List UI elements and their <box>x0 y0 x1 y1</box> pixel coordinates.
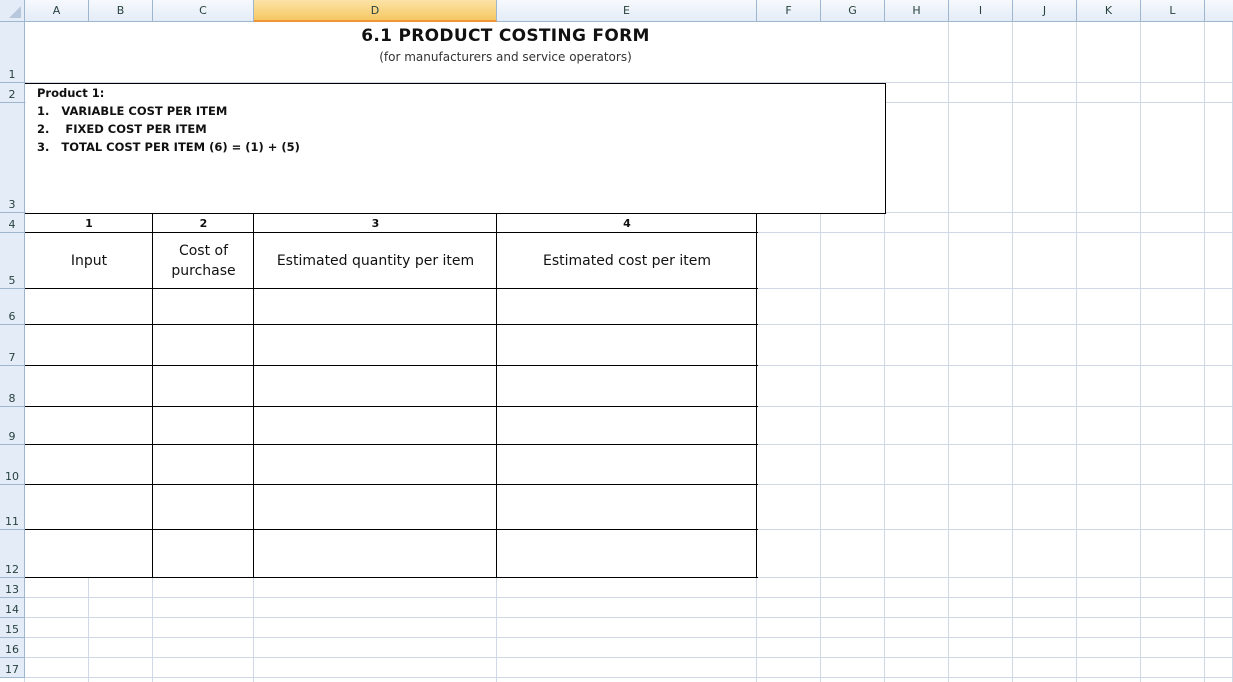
info-item-3: 3. TOTAL COST PER ITEM (6) = (1) + (5) <box>37 140 300 154</box>
gridline <box>1140 22 1141 682</box>
row-header-10[interactable]: 10 <box>0 445 25 485</box>
table-cell-row9-col4[interactable] <box>497 407 756 444</box>
column-header-k[interactable]: K <box>1077 0 1141 22</box>
column-header-i[interactable]: I <box>949 0 1013 22</box>
product-label: Product 1: <box>37 86 105 100</box>
info-item-2: 2. FIXED COST PER ITEM <box>37 122 207 136</box>
row-header-9[interactable]: 9 <box>0 407 25 445</box>
column-header-g[interactable]: G <box>821 0 885 22</box>
form-title: 6.1 PRODUCT COSTING FORM <box>361 26 650 46</box>
table-cell-row11-col4[interactable] <box>497 485 756 529</box>
table-cell-row11-col1[interactable] <box>25 485 152 529</box>
info-item-1: 1. VARIABLE COST PER ITEM <box>37 104 228 118</box>
table-cell-row12-col2[interactable] <box>153 530 253 577</box>
column-header-partial[interactable] <box>1205 0 1233 22</box>
column-header-e[interactable]: E <box>497 0 757 22</box>
table-cell-row7-col4[interactable] <box>497 325 756 365</box>
table-cell-row9-col2[interactable] <box>153 407 253 444</box>
form-subtitle: (for manufacturers and service operators… <box>379 50 632 64</box>
row-header-15[interactable]: 15 <box>0 618 25 638</box>
column-header-d[interactable]: D <box>254 0 497 22</box>
row-header-3[interactable]: 3 <box>0 103 25 213</box>
table-cell-row6-col3[interactable] <box>254 289 496 324</box>
header-input: Input <box>70 253 108 269</box>
table-cell-row7-col3[interactable] <box>254 325 496 365</box>
row-header-16[interactable]: 16 <box>0 638 25 658</box>
row-header-12[interactable]: 12 <box>0 530 25 578</box>
gridline <box>25 597 1233 598</box>
column-header-a[interactable]: A <box>25 0 89 22</box>
table-cell-row10-col4[interactable] <box>497 445 756 484</box>
header-estimated-quantity: Estimated quantity per item <box>276 253 475 269</box>
cell-border <box>25 83 886 84</box>
gridline <box>1076 22 1077 682</box>
gridline <box>25 677 1233 678</box>
gridline <box>25 657 1233 658</box>
column-number-2: 2 <box>199 216 208 230</box>
row-header-17[interactable]: 17 <box>0 658 25 678</box>
gridline <box>1204 22 1205 682</box>
cell-border <box>885 83 886 214</box>
table-cell-row10-col2[interactable] <box>153 445 253 484</box>
column-number-3: 3 <box>371 216 380 230</box>
row-header-13[interactable]: 13 <box>0 578 25 598</box>
row-header-5[interactable]: 5 <box>0 233 25 289</box>
table-cell-row11-col3[interactable] <box>254 485 496 529</box>
row-header-2[interactable]: 2 <box>0 83 25 103</box>
column-header-b[interactable]: B <box>89 0 153 22</box>
table-cell-row10-col1[interactable] <box>25 445 152 484</box>
table-cell-row6-col4[interactable] <box>497 289 756 324</box>
table-cell-row9-col1[interactable] <box>25 407 152 444</box>
column-number-4: 4 <box>623 216 631 230</box>
table-cell-row7-col1[interactable] <box>25 325 152 365</box>
table-cell-row8-col4[interactable] <box>497 366 756 406</box>
table-cell-row6-col1[interactable] <box>25 289 152 324</box>
table-cell-row8-col2[interactable] <box>153 366 253 406</box>
row-header-6[interactable]: 6 <box>0 289 25 325</box>
column-header-c[interactable]: C <box>153 0 254 22</box>
table-cell-row12-col3[interactable] <box>254 530 496 577</box>
select-all-corner[interactable] <box>0 0 25 22</box>
cell-border <box>25 577 758 578</box>
header-estimated-cost: Estimated cost per item <box>542 253 711 269</box>
gridline <box>1012 22 1013 682</box>
column-header-j[interactable]: J <box>1013 0 1077 22</box>
table-cell-row8-col1[interactable] <box>25 366 152 406</box>
table-cell-row12-col1[interactable] <box>25 530 152 577</box>
gridline <box>25 637 1233 638</box>
row-header-1[interactable]: 1 <box>0 22 25 83</box>
table-cell-row8-col3[interactable] <box>254 366 496 406</box>
gridline <box>25 617 1233 618</box>
table-cell-row9-col3[interactable] <box>254 407 496 444</box>
row-header-8[interactable]: 8 <box>0 366 25 407</box>
column-header-h[interactable]: H <box>885 0 949 22</box>
row-header-11[interactable]: 11 <box>0 485 25 530</box>
row-header-4[interactable]: 4 <box>0 213 25 233</box>
gridline <box>948 22 949 682</box>
row-header-7[interactable]: 7 <box>0 325 25 366</box>
header-cost-of-purchase: Cost of purchase <box>171 243 236 279</box>
table-cell-row7-col2[interactable] <box>153 325 253 365</box>
column-header-l[interactable]: L <box>1141 0 1205 22</box>
column-header-f[interactable]: F <box>757 0 821 22</box>
row-header-14[interactable]: 14 <box>0 598 25 618</box>
table-cell-row6-col2[interactable] <box>153 289 253 324</box>
table-cell-row12-col4[interactable] <box>497 530 756 577</box>
table-cell-row11-col2[interactable] <box>153 485 253 529</box>
column-number-1: 1 <box>85 216 93 230</box>
table-cell-row10-col3[interactable] <box>254 445 496 484</box>
